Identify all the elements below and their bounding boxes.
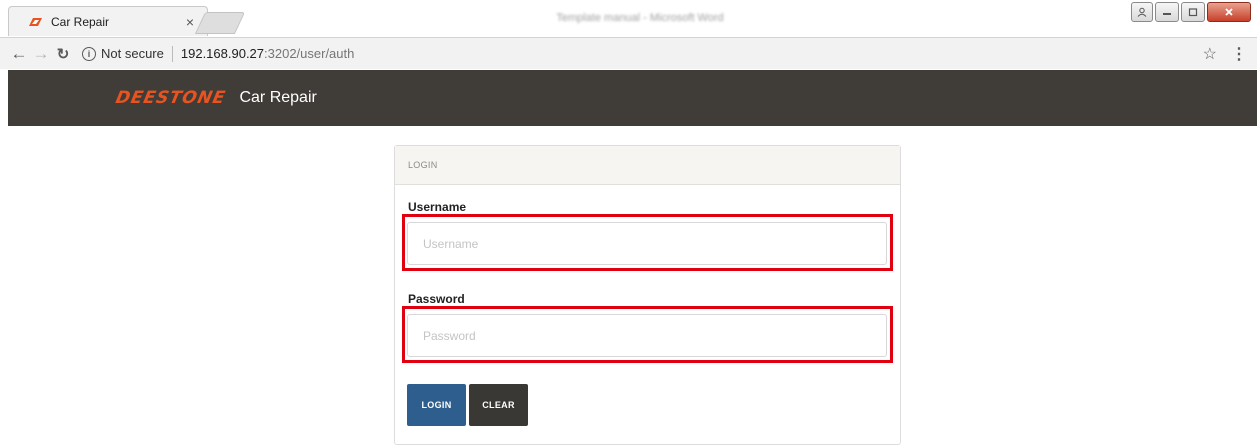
security-label: Not secure: [101, 46, 164, 61]
close-icon[interactable]: ×: [183, 15, 197, 29]
login-button[interactable]: LOGIN: [407, 384, 466, 426]
browser-tab-strip: Car Repair × Template manual - Microsoft…: [0, 0, 1257, 37]
user-icon[interactable]: [1131, 2, 1153, 22]
login-card: LOGIN Username Password LOGIN CLEAR: [394, 145, 901, 445]
url-separator: [171, 45, 173, 62]
deestone-favicon-icon: [27, 16, 43, 28]
username-input[interactable]: [407, 222, 887, 265]
reload-icon[interactable]: ↻: [52, 45, 74, 63]
forward-arrow-icon[interactable]: →: [30, 44, 52, 64]
restore-icon[interactable]: [1181, 2, 1205, 22]
bookmark-star-icon[interactable]: ☆: [1203, 44, 1217, 64]
url-omnibox[interactable]: i Not secure 192.168.90.27 :3202/user/au…: [82, 42, 1203, 66]
deestone-logo[interactable]: DEESTONE: [114, 88, 228, 108]
password-input[interactable]: [407, 314, 887, 357]
url-host: 192.168.90.27: [180, 46, 265, 61]
kebab-menu-icon[interactable]: ⋮: [1231, 44, 1247, 64]
app-navbar: DEESTONE Car Repair: [8, 70, 1257, 126]
clear-button[interactable]: CLEAR: [469, 384, 528, 426]
new-tab-button[interactable]: [194, 12, 246, 34]
password-label: Password: [408, 292, 465, 306]
login-card-header: LOGIN: [395, 146, 900, 185]
username-label: Username: [408, 200, 467, 214]
browser-tab[interactable]: Car Repair ×: [8, 6, 208, 36]
window-title: Template manual - Microsoft Word: [556, 12, 724, 24]
window-controls: [1131, 2, 1251, 22]
app-name[interactable]: Car Repair: [239, 89, 316, 107]
info-icon[interactable]: i: [82, 46, 96, 61]
minimize-icon[interactable]: [1155, 2, 1179, 22]
address-bar: ← → ↻ i Not secure 192.168.90.27 :3202/u…: [0, 37, 1257, 69]
tab-title: Car Repair: [51, 14, 110, 29]
back-arrow-icon[interactable]: ←: [8, 44, 30, 64]
window-close-icon[interactable]: [1207, 2, 1251, 22]
url-path: :3202/user/auth: [264, 46, 355, 61]
